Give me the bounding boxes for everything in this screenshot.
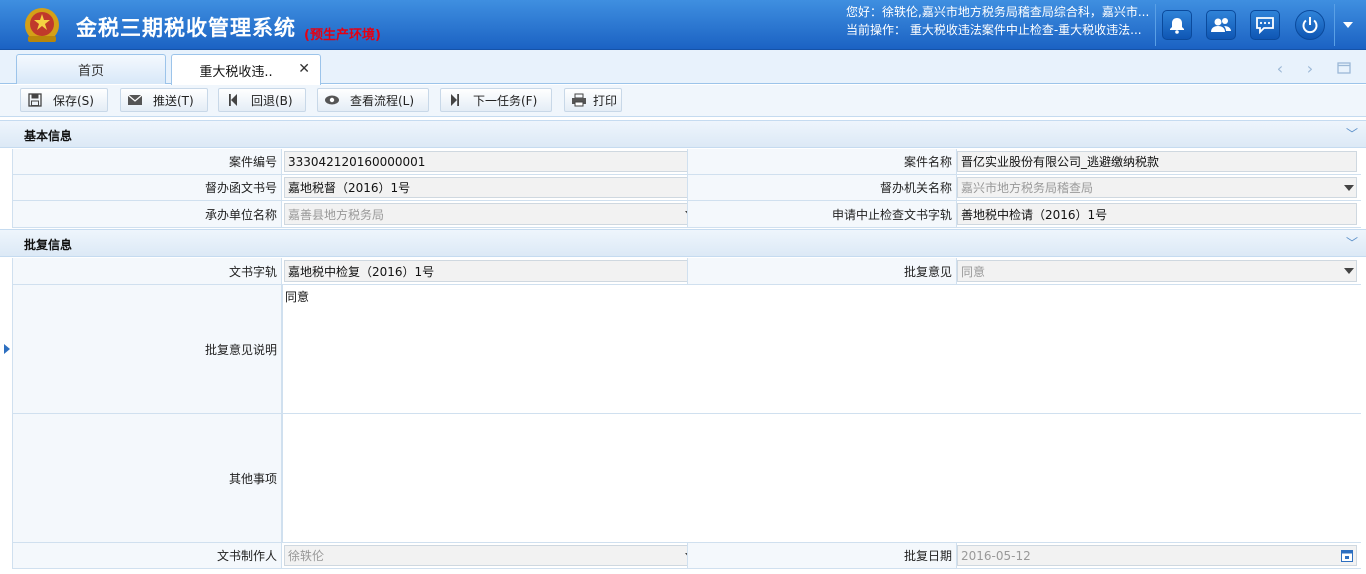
notification-bell-button[interactable] [1162,10,1192,40]
supervision-doc-label: 督办函文书号 [12,175,282,200]
handling-unit-select[interactable]: 嘉善县地方税务局 [284,203,698,225]
reply-description-label: 批复意见说明 [12,285,282,413]
other-matters-label: 其他事项 [12,414,282,542]
tab-home-label: 首页 [77,64,104,79]
next-task-button-label: 下一任务(F) [473,93,538,108]
push-button-label: 推送(T) [153,93,194,108]
doc-maker-select[interactable]: 徐轶伦 [284,545,698,566]
form-row: 文书字轨 嘉地税中检复（2016）1号 批复意见 同意 [12,258,1361,285]
view-flow-button[interactable]: 查看流程(L) [317,88,429,112]
case-number-label: 案件编号 [12,149,282,174]
tab-prev-button[interactable]: ‹ [1266,55,1294,81]
header-divider [1155,4,1156,46]
power-icon [1302,17,1318,34]
supervising-org-label: 督办机关名称 [687,175,957,200]
calendar-icon[interactable] [1341,549,1353,562]
contacts-button[interactable] [1206,10,1236,40]
case-name-field[interactable]: 晋亿实业股份有限公司_逃避缴纳税款 [957,151,1357,172]
side-panel-toggle-icon[interactable] [4,344,10,354]
form-row: 案件编号 333042120160000001 案件名称 晋亿实业股份有限公司_… [12,149,1361,175]
supervising-org-select[interactable]: 嘉兴市地方税务局稽查局 [957,177,1357,198]
next-icon [447,92,463,108]
print-button-label: 打印 [593,93,618,108]
save-icon [27,92,43,108]
supervising-org-value: 嘉兴市地方税务局稽查局 [961,181,1094,195]
reply-opinion-value: 同意 [961,264,986,279]
current-operation: 当前操作： 重大税收违法案件中止检查-重大税收违法... [846,23,1142,37]
mail-icon [127,92,143,108]
push-button[interactable]: 推送(T) [120,88,208,112]
eye-icon [324,92,340,108]
form-row: 承办单位名称 嘉善县地方税务局 申请中止检查文书字轨 善地税中检请（2016）1… [12,201,1361,228]
bell-icon [1170,18,1184,34]
next-task-button[interactable]: 下一任务(F) [440,88,552,112]
form-row: 文书制作人 徐轶伦 批复日期 2016-05-12 [12,543,1361,569]
form-row: 批复意见说明 同意 [12,285,1361,414]
maximize-button[interactable] [1330,55,1358,81]
basic-info-section-header[interactable]: 基本信息 ﹀ [0,120,1366,148]
case-name-label: 案件名称 [687,149,957,174]
doc-maker-value: 徐轶伦 [288,549,325,563]
chevron-down-icon[interactable]: ﹀ [1346,125,1358,142]
chevron-right-icon: › [1306,58,1314,78]
reply-info-title: 批复信息 [24,238,73,252]
reply-opinion-label: 批复意见 [687,258,957,284]
environment-label: (预生产环境) [304,28,381,43]
toolbar: 保存(S) 推送(T) 回退(B) 查看流程(L) 下一任务(F) 打印 [0,85,1366,117]
window-icon [1337,62,1351,74]
chevron-left-icon: ‹ [1276,58,1284,78]
form-row: 督办函文书号 嘉地税督（2016）1号 督办机关名称 嘉兴市地方税务局稽查局 [12,175,1361,201]
app-header: 金税三期税收管理系统 (预生产环境) 您好：徐轶伦,嘉兴市地方税务局稽查局综合科… [0,0,1366,50]
tab-home[interactable]: 首页 [16,54,166,84]
form-row: 其他事项 [12,414,1361,543]
tab-next-button[interactable]: › [1296,55,1324,81]
reply-description-textarea[interactable]: 同意 [282,285,1361,413]
reply-date-value: 2016-05-12 [961,548,1031,563]
chat-icon [1256,17,1274,34]
close-icon[interactable]: ✕ [298,61,310,77]
tab-current[interactable]: 重大税收违.. ✕ [171,54,321,85]
tab-bar: 首页 重大税收违.. ✕ [0,50,1366,85]
save-button[interactable]: 保存(S) [20,88,108,112]
supervision-doc-field[interactable]: 嘉地税督（2016）1号 [284,177,694,198]
doc-maker-label: 文书制作人 [12,543,282,568]
logout-button[interactable] [1295,10,1325,40]
reply-info-section-header[interactable]: 批复信息 ﹀ [0,229,1366,257]
basic-info-title: 基本信息 [24,129,73,143]
doc-track-label: 文书字轨 [12,258,282,284]
rollback-button-label: 回退(B) [251,93,293,108]
view-flow-button-label: 查看流程(L) [350,93,415,108]
tab-current-label: 重大税收违.. [199,64,273,80]
reply-date-field[interactable]: 2016-05-12 [957,545,1357,566]
suspension-apply-doc-field[interactable]: 善地税中检请（2016）1号 [957,203,1357,225]
save-button-label: 保存(S) [53,93,94,108]
print-button[interactable]: 打印 [564,88,622,112]
handling-unit-value: 嘉善县地方税务局 [288,207,385,222]
chevron-down-icon[interactable]: ﹀ [1346,234,1358,251]
users-icon [1211,18,1231,32]
dropdown-arrow-icon[interactable] [1344,268,1354,274]
doc-track-field[interactable]: 嘉地税中检复（2016）1号 [284,260,694,282]
back-arrow-icon [225,92,241,108]
printer-icon [571,92,587,108]
messages-button[interactable] [1250,10,1280,40]
reply-date-label: 批复日期 [687,543,957,568]
other-matters-textarea[interactable] [282,414,1361,542]
header-divider [1334,4,1335,46]
handling-unit-label: 承办单位名称 [12,201,282,227]
user-greeting: 您好：徐轶伦,嘉兴市地方税务局稽查局综合科，嘉兴市... [846,5,1150,19]
case-number-field[interactable]: 333042120160000001 [284,151,694,172]
app-title: 金税三期税收管理系统 [76,16,296,40]
reply-opinion-select[interactable]: 同意 [957,260,1357,282]
header-menu-chevron-down-icon[interactable] [1343,22,1353,28]
tax-emblem-logo [25,8,59,42]
dropdown-arrow-icon[interactable] [1344,185,1354,191]
suspension-apply-doc-label: 申请中止检查文书字轨 [687,201,957,227]
rollback-button[interactable]: 回退(B) [218,88,306,112]
